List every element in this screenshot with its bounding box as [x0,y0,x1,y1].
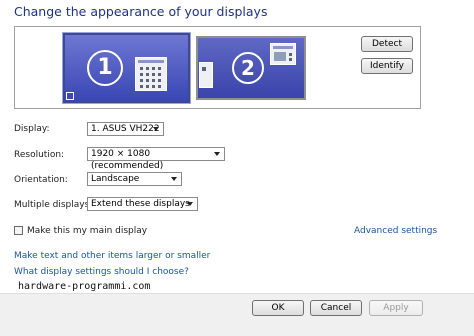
monitor-number-1: 1 [87,50,123,86]
advanced-settings-link[interactable]: Advanced settings [354,226,437,236]
help-link[interactable]: What display settings should I choose? [14,267,189,277]
display-label: Display: [14,124,50,134]
orientation-select-value: Landscape [91,174,140,184]
monitor-1[interactable]: 1 [63,33,190,103]
main-display-checkbox[interactable] [14,226,23,235]
display-preview-area: 1 2 Detect Identify [14,26,421,109]
display-select[interactable]: 1. ASUS VH222 [87,122,164,136]
cancel-button[interactable]: Cancel [310,300,362,316]
chevron-down-icon [187,202,193,206]
sidebar-window-icon [199,62,213,88]
window-icon [270,43,296,65]
resolution-select-value: 1920 × 1080 (recommended) [91,149,164,171]
resolution-label: Resolution: [14,150,65,160]
chevron-down-icon [214,152,220,156]
multiple-displays-label: Multiple displays: [14,200,93,210]
apply-button[interactable]: Apply [369,300,423,316]
start-icon [66,92,74,100]
text-size-link[interactable]: Make text and other items larger or smal… [14,251,210,261]
detect-button[interactable]: Detect [361,36,413,52]
orientation-label: Orientation: [14,175,68,185]
chevron-down-icon [171,177,177,181]
monitor-2[interactable]: 2 [196,36,306,100]
watermark: hardware-programmi.com [18,281,151,292]
multiple-displays-select[interactable]: Extend these displays [87,197,198,211]
window-icon [135,57,167,91]
dialog-footer: OK Cancel Apply [0,293,474,336]
main-display-label: Make this my main display [27,226,148,236]
monitor-number-2: 2 [232,52,264,84]
page-title: Change the appearance of your displays [14,4,268,19]
chevron-down-icon [153,127,159,131]
display-select-value: 1. ASUS VH222 [91,124,160,134]
ok-button[interactable]: OK [252,300,304,316]
identify-button[interactable]: Identify [361,58,413,74]
resolution-select[interactable]: 1920 × 1080 (recommended) [87,147,225,171]
orientation-select[interactable]: Landscape [87,172,182,186]
multiple-displays-select-value: Extend these displays [91,199,190,209]
